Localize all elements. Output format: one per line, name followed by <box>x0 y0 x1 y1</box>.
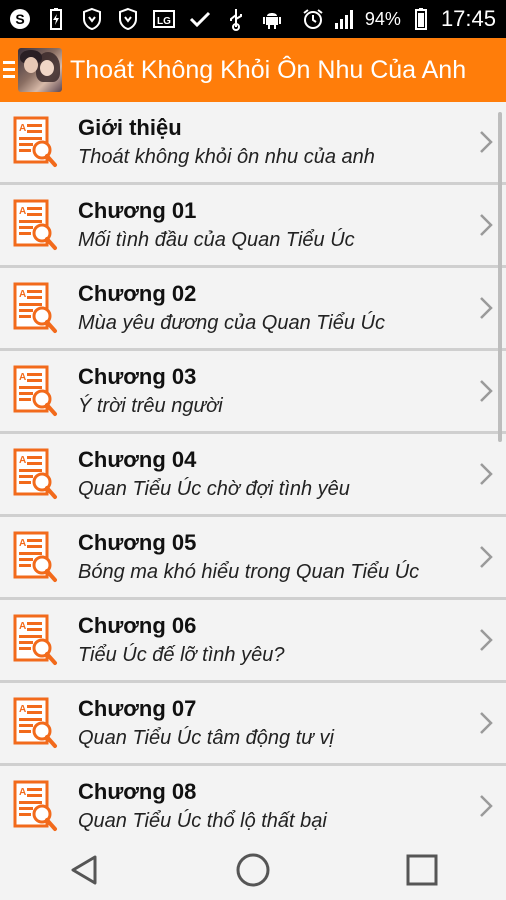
chapter-subtitle: Quan Tiểu Úc thổ lộ thất bại <box>78 810 327 832</box>
signal-icon <box>333 7 357 31</box>
list-item-text: Chương 08 Quan Tiểu Úc thổ lộ thất bại <box>78 778 476 834</box>
document-search-icon: A <box>12 365 58 417</box>
list-item[interactable]: A Chương 05 Bóng ma khó hiểu trong Quan Ti… <box>0 517 506 600</box>
alarm-icon <box>301 7 325 31</box>
home-icon[interactable] <box>231 848 275 892</box>
list-item[interactable]: A Chương 02 Mùa yêu đương của Quan Tiểu Úc <box>0 268 506 351</box>
back-icon[interactable] <box>62 848 106 892</box>
lg-icon: LG <box>152 7 176 31</box>
chapter-subtitle: Mối tình đầu của Quan Tiểu Úc <box>78 229 355 251</box>
svg-text:S: S <box>15 11 24 27</box>
skype-icon: S <box>8 7 32 31</box>
svg-text:A: A <box>19 455 26 466</box>
chapter-title: Chương 05 <box>78 530 197 555</box>
battery-percent: 94% <box>364 8 401 29</box>
chapter-subtitle: Bóng ma khó hiểu trong Quan Tiểu Úc <box>78 561 420 583</box>
chapter-subtitle: Mùa yêu đương của Quan Tiểu Úc <box>78 312 385 334</box>
hamburger-menu-icon[interactable] <box>2 38 16 102</box>
list-item-text: Chương 03 Ý trời trêu người <box>78 363 476 419</box>
svg-text:LG: LG <box>157 16 171 27</box>
list-item[interactable]: A Chương 01 Mối tình đầu của Quan Tiểu Úc <box>0 185 506 268</box>
recents-icon[interactable] <box>400 848 444 892</box>
list-item[interactable]: A Chương 06 Tiểu Úc đế lỡ tình yêu? <box>0 600 506 683</box>
svg-text:A: A <box>19 372 26 383</box>
svg-text:A: A <box>19 123 26 134</box>
svg-text:A: A <box>19 289 26 300</box>
list-item-text: Chương 02 Mùa yêu đương của Quan Tiểu Úc <box>78 280 476 336</box>
chapter-subtitle: Ý trời trêu người <box>78 395 223 417</box>
status-bar-right: 94% 17:45 <box>301 6 506 32</box>
scrollbar[interactable] <box>498 112 502 442</box>
chevron-right-icon <box>476 792 496 820</box>
list-item-text: Chương 06 Tiểu Úc đế lỡ tình yêu? <box>78 612 476 668</box>
chapter-title: Chương 04 <box>78 447 197 472</box>
list-item-text: Giới thiệu Thoát không khỏi ôn nhu của an… <box>78 114 476 170</box>
shield-icon <box>116 7 140 31</box>
battery-charging-icon <box>44 7 68 31</box>
chapter-list[interactable]: A Giới thiệu Thoát không khỏi ôn nhu của a… <box>0 102 506 840</box>
svg-text:A: A <box>19 621 26 632</box>
battery-icon <box>409 7 433 31</box>
chevron-right-icon <box>476 709 496 737</box>
chapter-title: Chương 02 <box>78 281 197 306</box>
list-item[interactable]: A Chương 08 Quan Tiểu Úc thổ lộ thất bại <box>0 766 506 840</box>
list-item[interactable]: A Chương 04 Quan Tiểu Úc chờ đợi tình yêu <box>0 434 506 517</box>
android-icon <box>260 7 284 31</box>
chapter-title: Chương 08 <box>78 779 197 804</box>
app-logo[interactable] <box>18 48 62 92</box>
list-item-text: Chương 04 Quan Tiểu Úc chờ đợi tình yêu <box>78 446 476 502</box>
chapter-title: Chương 07 <box>78 696 197 721</box>
chevron-right-icon <box>476 543 496 571</box>
chapter-title: Chương 06 <box>78 613 197 638</box>
document-search-icon: A <box>12 697 58 749</box>
chapter-title: Giới thiệu <box>78 115 182 140</box>
clock: 17:45 <box>440 6 496 31</box>
svg-text:A: A <box>19 538 26 549</box>
chapter-subtitle: Thoát không khỏi ôn nhu của anh <box>78 146 375 168</box>
list-item[interactable]: A Chương 03 Ý trời trêu người <box>0 351 506 434</box>
chevron-right-icon <box>476 460 496 488</box>
chevron-right-icon <box>476 377 496 405</box>
status-bar-left: S LG <box>0 7 284 31</box>
list-item-text: Chương 01 Mối tình đầu của Quan Tiểu Úc <box>78 197 476 253</box>
app-title: Thoát Không Khỏi Ôn Nhu Của Anh <box>70 55 467 84</box>
document-search-icon: A <box>12 199 58 251</box>
chapter-title: Chương 01 <box>78 198 197 223</box>
shield-icon <box>80 7 104 31</box>
list-item-text: Chương 05 Bóng ma khó hiểu trong Quan Tiể… <box>78 529 476 585</box>
document-search-icon: A <box>12 448 58 500</box>
chapter-title: Chương 03 <box>78 364 197 389</box>
document-search-icon: A <box>12 614 58 666</box>
chevron-right-icon <box>476 211 496 239</box>
chevron-right-icon <box>476 294 496 322</box>
check-icon <box>188 7 212 31</box>
navigation-bar <box>0 840 506 900</box>
usb-icon <box>224 7 248 31</box>
chapter-subtitle: Quan Tiểu Úc chờ đợi tình yêu <box>78 478 350 500</box>
svg-text:A: A <box>19 206 26 217</box>
svg-text:A: A <box>19 787 26 798</box>
list-item-text: Chương 07 Quan Tiểu Úc tâm động tư vị <box>78 695 476 751</box>
app-bar: Thoát Không Khỏi Ôn Nhu Của Anh <box>0 38 506 102</box>
status-bar: S LG 94% 17:45 <box>0 0 506 38</box>
document-search-icon: A <box>12 282 58 334</box>
chevron-right-icon <box>476 626 496 654</box>
list-item[interactable]: A Giới thiệu Thoát không khỏi ôn nhu của a… <box>0 102 506 185</box>
document-search-icon: A <box>12 531 58 583</box>
list-item[interactable]: A Chương 07 Quan Tiểu Úc tâm động tư vị <box>0 683 506 766</box>
chapter-subtitle: Quan Tiểu Úc tâm động tư vị <box>78 727 334 749</box>
chapter-subtitle: Tiểu Úc đế lỡ tình yêu? <box>78 644 285 666</box>
chevron-right-icon <box>476 128 496 156</box>
document-search-icon: A <box>12 116 58 168</box>
document-search-icon: A <box>12 780 58 832</box>
svg-text:A: A <box>19 704 26 715</box>
